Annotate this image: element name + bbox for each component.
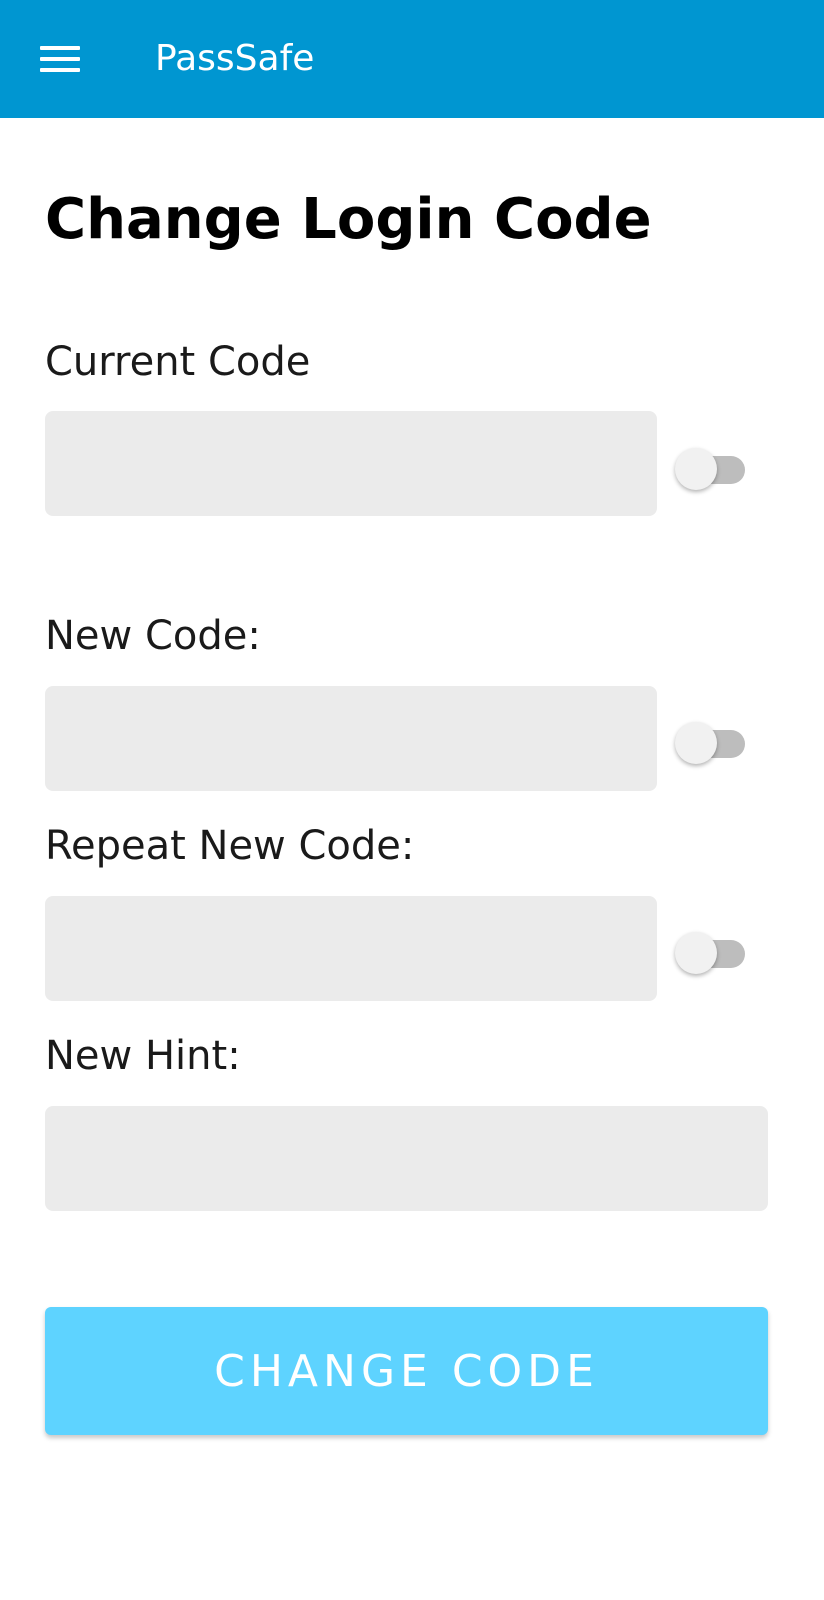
- repeat-new-code-label: Repeat New Code:: [45, 823, 415, 869]
- toggle-knob: [675, 722, 717, 764]
- app-bar: PassSafe: [0, 0, 824, 118]
- page-title: Change Login Code: [45, 187, 652, 252]
- show-repeat-new-code-toggle[interactable]: [675, 930, 747, 974]
- toggle-knob: [675, 932, 717, 974]
- app-title: PassSafe: [155, 38, 315, 79]
- show-current-code-toggle[interactable]: [675, 446, 747, 490]
- hamburger-menu-icon[interactable]: [40, 46, 80, 72]
- current-code-label: Current Code: [45, 339, 311, 385]
- new-code-input[interactable]: [45, 686, 657, 791]
- repeat-new-code-input[interactable]: [45, 896, 657, 1001]
- show-new-code-toggle[interactable]: [675, 720, 747, 764]
- current-code-input[interactable]: [45, 411, 657, 516]
- toggle-knob: [675, 448, 717, 490]
- new-hint-label: New Hint:: [45, 1033, 241, 1079]
- new-hint-input[interactable]: [45, 1106, 768, 1211]
- change-code-button[interactable]: CHANGE CODE: [45, 1307, 768, 1435]
- new-code-label: New Code:: [45, 613, 261, 659]
